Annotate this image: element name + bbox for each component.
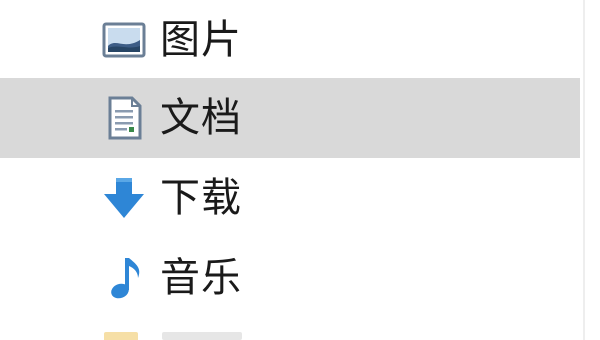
nav-item-downloads[interactable]: 下载 — [0, 158, 580, 238]
pictures-icon — [100, 16, 148, 64]
music-icon — [100, 254, 148, 302]
nav-item-label: 图片 — [160, 17, 242, 63]
nav-item-label: 音乐 — [160, 255, 242, 301]
nav-item-documents[interactable]: 文档 — [0, 78, 580, 158]
nav-item-partial-text — [162, 332, 242, 340]
nav-item-music[interactable]: 音乐 — [0, 238, 580, 318]
folder-icon — [104, 332, 138, 340]
downloads-icon — [100, 174, 148, 222]
nav-item-label: 下载 — [160, 175, 242, 221]
nav-item-label: 文档 — [160, 95, 242, 141]
documents-icon — [100, 94, 148, 142]
nav-item-partial[interactable] — [100, 326, 250, 340]
nav-item-pictures[interactable]: 图片 — [0, 0, 580, 80]
navigation-pane: 图片 文档 下载 音乐 — [0, 0, 600, 340]
pane-divider — [583, 0, 585, 340]
